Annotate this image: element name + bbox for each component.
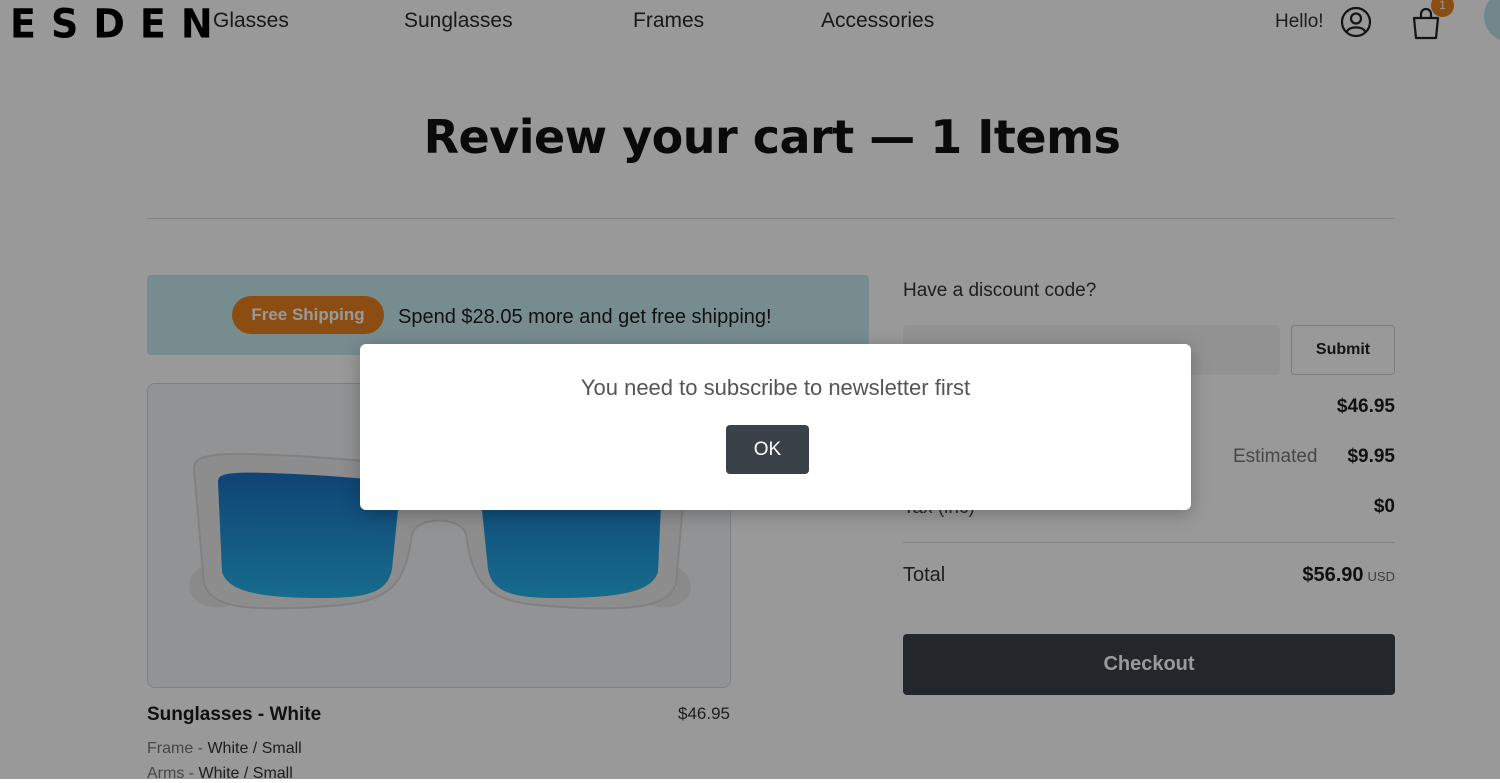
ok-button[interactable]: OK (726, 425, 809, 474)
alert-dialog: You need to subscribe to newsletter firs… (360, 344, 1191, 510)
dialog-message: You need to subscribe to newsletter firs… (580, 375, 971, 400)
